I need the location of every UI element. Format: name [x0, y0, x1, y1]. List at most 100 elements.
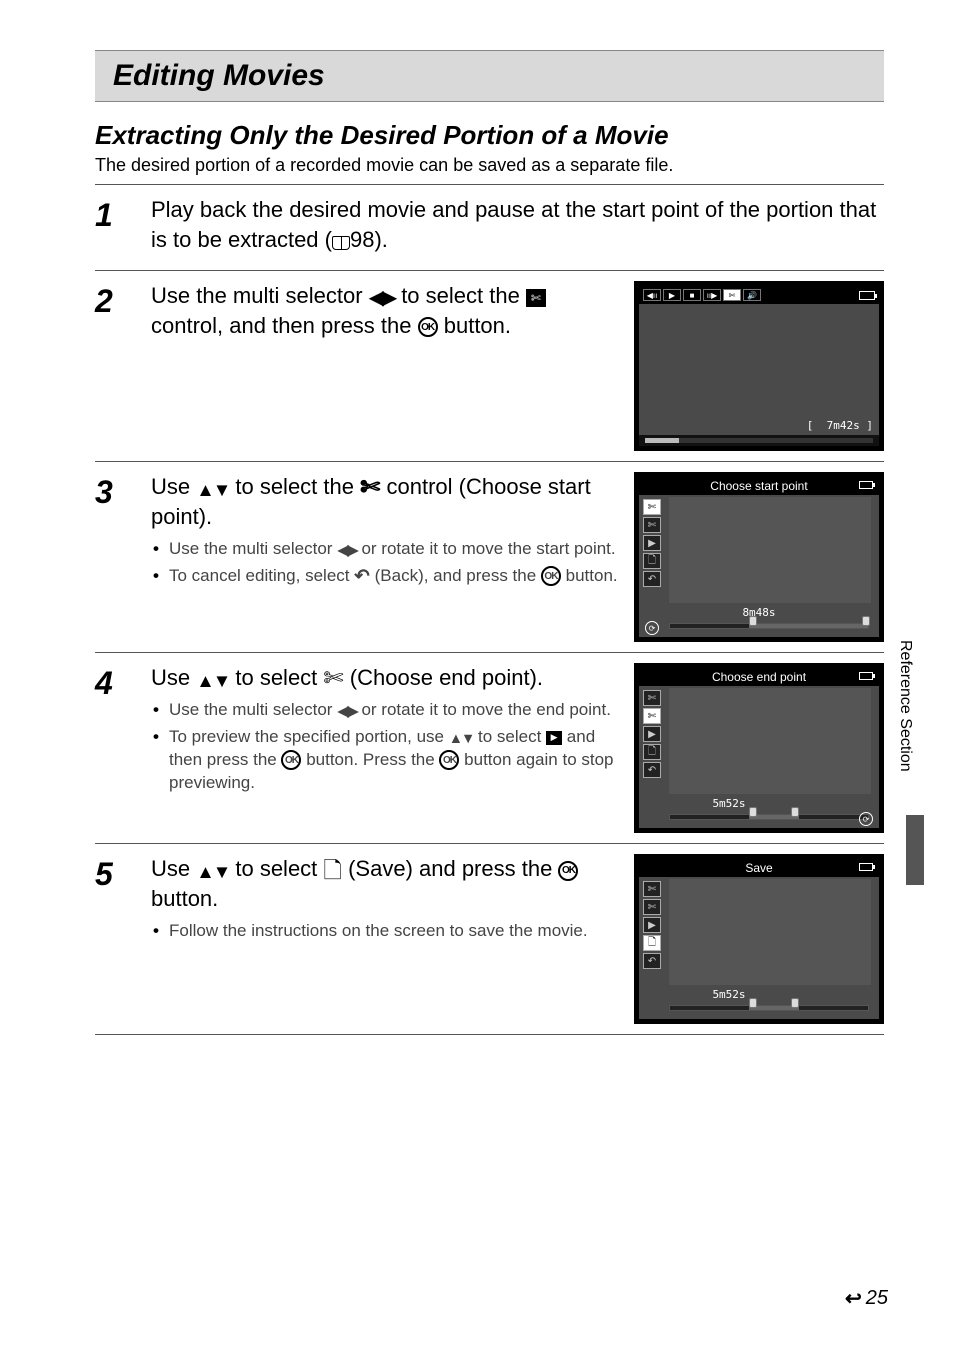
- t: button.: [151, 886, 218, 911]
- up-down-icon: [449, 729, 474, 746]
- t: to select the: [395, 283, 526, 308]
- step-1-heading: Play back the desired movie and pause at…: [151, 195, 884, 254]
- choose-start-icon: [360, 476, 380, 500]
- end-handle-icon: [791, 998, 799, 1008]
- step-4-screen-title: Choose end point: [712, 670, 806, 684]
- step-5-number: 5: [95, 854, 133, 890]
- dial-icon: ⟳: [645, 621, 659, 635]
- menu-preview-icon: ▶: [643, 917, 661, 933]
- menu-save-icon: 🗋: [643, 935, 661, 951]
- side-tab: [906, 815, 924, 885]
- preview-area: [669, 497, 871, 603]
- dial-icon: ⟳: [859, 812, 873, 826]
- menu-end-icon: ✄: [643, 708, 661, 724]
- menu-start-icon: ✄: [643, 499, 661, 515]
- battery-icon: [859, 481, 873, 489]
- menu-end-icon: ✄: [643, 517, 661, 533]
- step-5-screen-title: Save: [745, 861, 772, 875]
- left-right-icon: [369, 286, 395, 309]
- page-ref-icon: [332, 236, 350, 250]
- start-handle-icon: [749, 998, 757, 1008]
- left-right-icon: [337, 702, 357, 719]
- save-icon: [323, 859, 342, 882]
- menu-back-icon: ↶: [643, 762, 661, 778]
- step-2-time: [ 7m42s ]: [807, 419, 873, 432]
- step-2: 2 Use the multi selector to select the c…: [95, 270, 884, 461]
- start-handle-icon: [749, 807, 757, 817]
- battery-icon: [859, 672, 873, 680]
- menu-start-icon: ✄: [643, 881, 661, 897]
- step-3: 3 Use to select the control (Choose star…: [95, 461, 884, 652]
- t: or rotate it to move the end point.: [357, 700, 611, 719]
- t: Use: [151, 856, 196, 881]
- step-2-number: 2: [95, 281, 133, 317]
- step-4-screen: Choose end point ✄ ✄ ▶ 🗋 ↶ 5m52s ⟳: [634, 663, 884, 833]
- step-5-heading: Use to select (Save) and press the butto…: [151, 854, 618, 913]
- rewind-icon: ◀ıı: [643, 289, 661, 301]
- step-3-number: 3: [95, 472, 133, 508]
- t: Use: [151, 474, 196, 499]
- step-5: 5 Use to select (Save) and press the but…: [95, 843, 884, 1034]
- ok-button-icon: [541, 566, 561, 586]
- step-4-bullet-1: Use the multi selector or rotate it to m…: [151, 699, 618, 722]
- start-handle-icon: [749, 616, 757, 626]
- choose-end-icon: [323, 667, 343, 691]
- t: control, and then press the: [151, 313, 418, 338]
- menu-save-icon: 🗋: [643, 553, 661, 569]
- battery-icon: [859, 863, 873, 871]
- preview-area: [669, 688, 871, 794]
- ok-button-icon: [439, 750, 459, 770]
- step-4-time: 5m52s: [579, 797, 879, 810]
- menu-back-icon: ↶: [643, 953, 661, 969]
- step-5-side-menu: ✄ ✄ ▶ 🗋 ↶: [643, 881, 663, 969]
- step-3-heading: Use to select the control (Choose start …: [151, 472, 618, 531]
- t: to select the: [229, 474, 360, 499]
- t: button.: [561, 566, 618, 585]
- bottom-rule: [95, 1034, 884, 1036]
- t: Use the multi selector: [169, 700, 337, 719]
- menu-save-icon: 🗋: [643, 744, 661, 760]
- step-4-bullet-2: To preview the specified portion, use to…: [151, 726, 618, 795]
- t: Use the multi selector: [169, 539, 337, 558]
- stop-icon: ■: [683, 289, 701, 301]
- step-4-side-menu: ✄ ✄ ▶ 🗋 ↶: [643, 690, 663, 778]
- step-3-bullet-1: Use the multi selector or rotate it to m…: [151, 538, 618, 561]
- step-4-heading: Use to select (Choose end point).: [151, 663, 618, 693]
- end-handle-icon: [862, 616, 870, 626]
- step-5-time: 5m52s: [579, 988, 879, 1001]
- t: to select: [473, 727, 546, 746]
- t: to select: [229, 665, 323, 690]
- step-3-bullet-2: To cancel editing, select (Back), and pr…: [151, 565, 618, 588]
- step-3-side-menu: ✄ ✄ ▶ 🗋 ↶: [643, 499, 663, 587]
- preview-area: [669, 879, 871, 985]
- side-section-label: Reference Section: [896, 640, 914, 772]
- t: button.: [438, 313, 511, 338]
- page-section-icon: ↩: [845, 1286, 862, 1311]
- t: To preview the specified portion, use: [169, 727, 449, 746]
- step-4-number: 4: [95, 663, 133, 699]
- t: Use the multi selector: [151, 283, 369, 308]
- step-5-bullet-1: Follow the instructions on the screen to…: [151, 920, 618, 943]
- t: or rotate it to move the start point.: [357, 539, 616, 558]
- step-1-number: 1: [95, 195, 133, 231]
- t: Use: [151, 665, 196, 690]
- progress-bar: [645, 438, 873, 443]
- menu-preview-icon: ▶: [643, 726, 661, 742]
- menu-preview-icon: ▶: [643, 535, 661, 551]
- t: (Choose end point).: [344, 665, 543, 690]
- title-bar: Editing Movies: [95, 50, 884, 102]
- page-number: ↩ 25: [845, 1286, 888, 1311]
- trim-bar: [669, 1005, 869, 1011]
- menu-back-icon: ↶: [643, 571, 661, 587]
- subtitle: Extracting Only the Desired Portion of a…: [95, 120, 884, 151]
- step-3-time: 8m48s: [639, 606, 879, 619]
- step-1: 1 Play back the desired movie and pause …: [95, 184, 884, 270]
- trim-bar: [669, 814, 869, 820]
- menu-start-icon: ✄: [643, 690, 661, 706]
- up-down-icon: [196, 478, 229, 500]
- step-3-screen-title: Choose start point: [710, 479, 807, 493]
- t: To cancel editing, select: [169, 566, 354, 585]
- t: (Save) and press the: [342, 856, 558, 881]
- step-1-heading-a: Play back the desired movie and pause at…: [151, 197, 876, 252]
- volume-icon: 🔊: [743, 289, 761, 301]
